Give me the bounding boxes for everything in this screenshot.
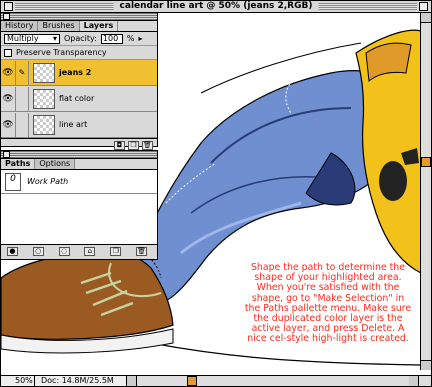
mask-icon[interactable]: ◘ [114, 140, 125, 150]
layer-thumbnail [33, 114, 55, 135]
eye-icon[interactable]: 👁 [1, 120, 15, 130]
layer-row-line-art[interactable]: 👁 line art [1, 112, 157, 138]
zoom-box-icon[interactable] [419, 2, 428, 11]
trash-icon[interactable]: 🗑 [136, 246, 148, 256]
tab-brushes[interactable]: Brushes [38, 21, 80, 31]
paths-empty-area [1, 194, 157, 244]
tab-history[interactable]: History [1, 21, 39, 31]
paths-footer: ● ○ ◌ ⌂ ❐ 🗑 [1, 244, 157, 257]
layer-thumbnail [33, 62, 55, 83]
tab-paths[interactable]: Paths [1, 159, 36, 169]
preserve-transparency-label: Preserve Transparency [16, 48, 107, 57]
brush-slot[interactable] [15, 86, 29, 111]
horizontal-scroll-thumb[interactable] [187, 376, 197, 386]
tutorial-caption: Shape the path to determine the shape of… [244, 262, 412, 345]
doc-size[interactable]: Doc: 14.8M/25.5M [35, 376, 127, 386]
brush-icon[interactable]: ✎ [15, 60, 29, 85]
layer-row-flat-color[interactable]: 👁 flat color [1, 86, 157, 112]
vertical-scroll-thumb[interactable] [421, 157, 431, 167]
layer-name: jeans 2 [59, 68, 92, 77]
path-thumbnail: 0 [5, 172, 21, 191]
brush-slot[interactable] [15, 112, 29, 137]
fill-path-icon[interactable]: ● [6, 246, 18, 256]
make-workpath-icon[interactable]: ⌂ [84, 246, 96, 256]
paths-palette-tabs: Paths Options [1, 159, 157, 170]
scroll-left-icon[interactable] [127, 376, 137, 386]
path-name: Work Path [27, 177, 69, 186]
load-selection-icon[interactable]: ◌ [58, 246, 70, 256]
new-layer-icon[interactable]: ❐ [128, 140, 139, 150]
layers-palette: History Brushes Layers Multiply Opacity:… [0, 12, 158, 150]
close-icon[interactable] [3, 151, 10, 158]
eye-icon[interactable]: 👁 [1, 94, 15, 104]
layer-name: flat color [59, 94, 95, 103]
new-path-icon[interactable]: ❐ [110, 246, 122, 256]
opacity-arrow-icon[interactable]: ▸ [139, 34, 143, 43]
zoom-level[interactable]: 50% [1, 376, 35, 386]
layer-name: line art [59, 120, 88, 129]
scroll-right-icon[interactable] [409, 376, 419, 386]
preserve-row: Preserve Transparency [1, 46, 157, 60]
paths-palette-titlebar[interactable] [1, 151, 157, 159]
tab-options[interactable]: Options [35, 159, 76, 169]
close-icon[interactable] [3, 13, 10, 20]
status-bar: 50% Doc: 14.8M/25.5M [1, 375, 431, 386]
stroke-path-icon[interactable]: ○ [32, 246, 44, 256]
layers-palette-titlebar[interactable] [1, 13, 157, 21]
eye-icon[interactable]: 👁 [1, 68, 15, 78]
scroll-up-icon[interactable] [421, 13, 431, 23]
layer-row-jeans-2[interactable]: 👁 ✎ jeans 2 [1, 60, 157, 86]
tab-layers[interactable]: Layers [79, 21, 119, 31]
opacity-unit: % [126, 34, 135, 43]
blend-row: Multiply Opacity: 100 % ▸ [1, 32, 157, 46]
vertical-scrollbar[interactable] [420, 13, 431, 370]
trash-icon[interactable]: 🗑 [142, 140, 153, 150]
opacity-field[interactable]: 100 [100, 33, 123, 44]
close-icon[interactable] [4, 2, 13, 11]
blend-mode-select[interactable]: Multiply [4, 33, 60, 44]
preserve-transparency-checkbox[interactable] [4, 48, 12, 57]
layers-palette-tabs: History Brushes Layers [1, 21, 157, 32]
window-title: calendar line art @ 50% (jeans 2,RGB) [113, 1, 319, 12]
path-row-work-path[interactable]: 0 Work Path [1, 170, 157, 194]
layer-thumbnail [33, 88, 55, 109]
scroll-down-icon[interactable] [421, 360, 431, 370]
paths-palette: Paths Options 0 Work Path ● ○ ◌ ⌂ ❐ 🗑 [0, 150, 158, 260]
opacity-label: Opacity: [64, 34, 97, 43]
